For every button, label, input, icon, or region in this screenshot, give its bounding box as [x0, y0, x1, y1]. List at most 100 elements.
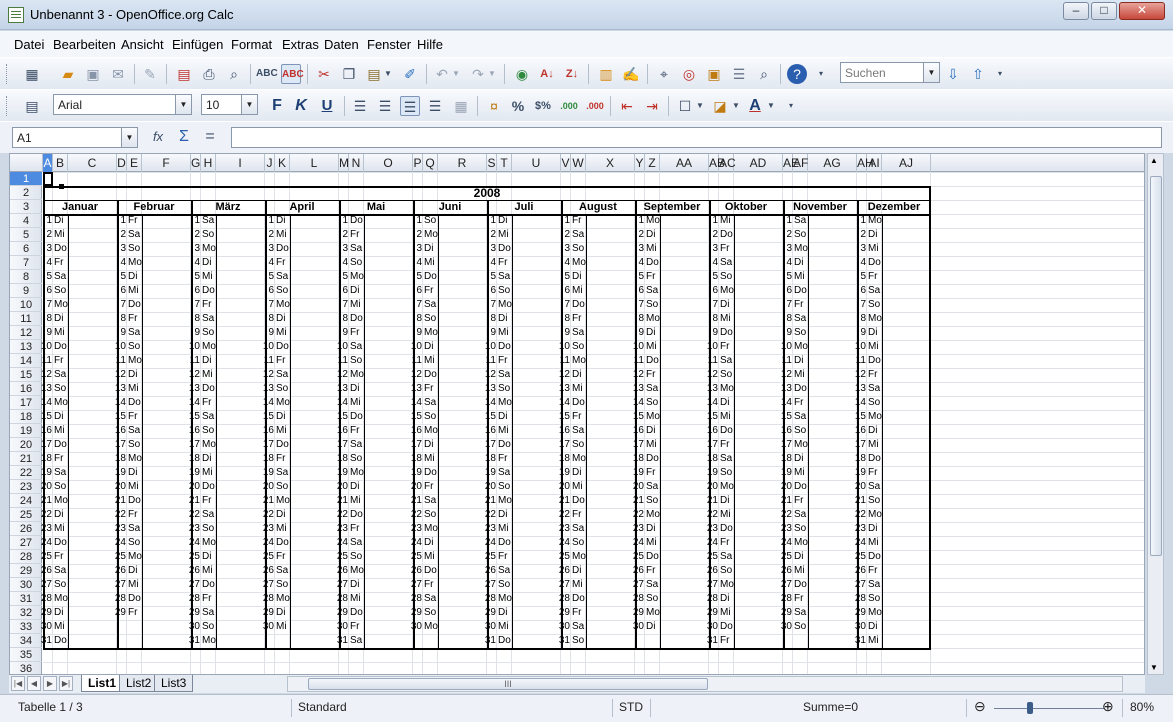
weekday[interactable]: Di	[53, 410, 68, 424]
row-header[interactable]: 21	[10, 452, 42, 466]
weekday[interactable]: So	[867, 396, 882, 410]
weekday[interactable]: Mo	[645, 410, 660, 424]
weekday[interactable]: Do	[201, 284, 216, 298]
weekday[interactable]: Sa	[127, 424, 142, 438]
weekday[interactable]: Mi	[349, 592, 364, 606]
weekday[interactable]: Mo	[127, 452, 142, 466]
weekday[interactable]: Mi	[497, 522, 512, 536]
weekday[interactable]: Sa	[201, 508, 216, 522]
day-number[interactable]: 24	[113, 536, 128, 550]
weekday[interactable]: Mi	[275, 424, 290, 438]
font-color-icon[interactable]: A	[745, 96, 765, 116]
day-number[interactable]: 5	[409, 270, 424, 284]
row-header[interactable]: 16	[10, 382, 42, 396]
day-number[interactable]: 7	[39, 298, 54, 312]
weekday[interactable]: Di	[497, 606, 512, 620]
weekday[interactable]: Di	[497, 214, 512, 228]
row-header[interactable]: 27	[10, 536, 42, 550]
day-number[interactable]: 16	[631, 424, 646, 438]
weekday[interactable]: So	[275, 284, 290, 298]
row-header[interactable]: 3	[10, 200, 42, 214]
weekday[interactable]: Mo	[719, 284, 734, 298]
day-number[interactable]: 16	[409, 424, 424, 438]
font-dropdown-icon[interactable]: ▼	[175, 95, 191, 114]
weekday[interactable]: Mi	[423, 550, 438, 564]
weekday[interactable]: Do	[719, 326, 734, 340]
weekday[interactable]: So	[127, 340, 142, 354]
day-number[interactable]: 21	[779, 494, 794, 508]
weekday[interactable]: Fr	[201, 592, 216, 606]
day-number[interactable]: 22	[261, 508, 276, 522]
weekday[interactable]: Mo	[275, 298, 290, 312]
weekday[interactable]: Do	[867, 354, 882, 368]
weekday[interactable]: So	[201, 522, 216, 536]
day-number[interactable]: 27	[409, 578, 424, 592]
weekday[interactable]: Fr	[275, 452, 290, 466]
weekday[interactable]: So	[127, 438, 142, 452]
weekday[interactable]: Fr	[349, 326, 364, 340]
weekday[interactable]: Sa	[201, 312, 216, 326]
weekday[interactable]: So	[275, 382, 290, 396]
weekday[interactable]: Do	[719, 522, 734, 536]
weekday[interactable]: Mo	[53, 298, 68, 312]
day-number[interactable]: 30	[557, 620, 572, 634]
day-number[interactable]: 6	[335, 284, 350, 298]
day-number[interactable]: 28	[335, 592, 350, 606]
weekday[interactable]: Di	[497, 410, 512, 424]
weekday[interactable]: Fr	[275, 256, 290, 270]
day-number[interactable]: 9	[705, 326, 720, 340]
weekday[interactable]: So	[497, 284, 512, 298]
weekday[interactable]: Mo	[867, 214, 882, 228]
month-header[interactable]: März	[191, 200, 265, 214]
weekday[interactable]: So	[645, 494, 660, 508]
day-number[interactable]: 29	[483, 606, 498, 620]
weekday[interactable]: Sa	[349, 536, 364, 550]
day-number[interactable]: 6	[261, 284, 276, 298]
weekday[interactable]: Mi	[201, 564, 216, 578]
weekday[interactable]: Sa	[497, 270, 512, 284]
day-number[interactable]: 11	[113, 354, 128, 368]
day-number[interactable]: 11	[853, 354, 868, 368]
weekday[interactable]: Mo	[645, 606, 660, 620]
day-number[interactable]: 1	[483, 214, 498, 228]
day-number[interactable]: 15	[557, 410, 572, 424]
day-number[interactable]: 2	[187, 228, 202, 242]
weekday[interactable]: Mi	[867, 634, 882, 648]
weekday[interactable]: Mi	[201, 368, 216, 382]
weekday[interactable]: Mo	[423, 326, 438, 340]
day-number[interactable]: 6	[557, 284, 572, 298]
weekday[interactable]: Fr	[201, 298, 216, 312]
day-number[interactable]: 4	[631, 256, 646, 270]
weekday[interactable]: Sa	[571, 424, 586, 438]
day-number[interactable]: 28	[261, 592, 276, 606]
weekday[interactable]: Do	[275, 438, 290, 452]
row-header[interactable]: 15	[10, 368, 42, 382]
weekday[interactable]: Do	[571, 494, 586, 508]
weekday[interactable]: So	[793, 228, 808, 242]
day-number[interactable]: 29	[409, 606, 424, 620]
weekday[interactable]: Fr	[127, 312, 142, 326]
day-number[interactable]: 9	[113, 326, 128, 340]
day-number[interactable]: 27	[261, 578, 276, 592]
day-number[interactable]: 25	[39, 550, 54, 564]
day-number[interactable]: 15	[39, 410, 54, 424]
weekday[interactable]: Di	[349, 284, 364, 298]
day-number[interactable]: 10	[557, 340, 572, 354]
weekday[interactable]: Do	[497, 634, 512, 648]
weekday[interactable]: Fr	[423, 578, 438, 592]
column-header-aa[interactable]: AA	[660, 154, 709, 172]
row-header[interactable]: 9	[10, 284, 42, 298]
day-number[interactable]: 15	[705, 410, 720, 424]
column-header-af[interactable]: AF	[793, 154, 808, 172]
weekday[interactable]: Fr	[793, 592, 808, 606]
function-icon[interactable]: =	[200, 127, 220, 147]
day-number[interactable]: 3	[39, 242, 54, 256]
row-header[interactable]: 1	[10, 172, 42, 186]
weekday[interactable]: Do	[867, 256, 882, 270]
day-number[interactable]: 23	[631, 522, 646, 536]
weekday[interactable]: Sa	[127, 326, 142, 340]
row-header[interactable]: 23	[10, 480, 42, 494]
row-header[interactable]: 35	[10, 648, 42, 662]
day-number[interactable]: 23	[409, 522, 424, 536]
weekday[interactable]: Di	[719, 298, 734, 312]
